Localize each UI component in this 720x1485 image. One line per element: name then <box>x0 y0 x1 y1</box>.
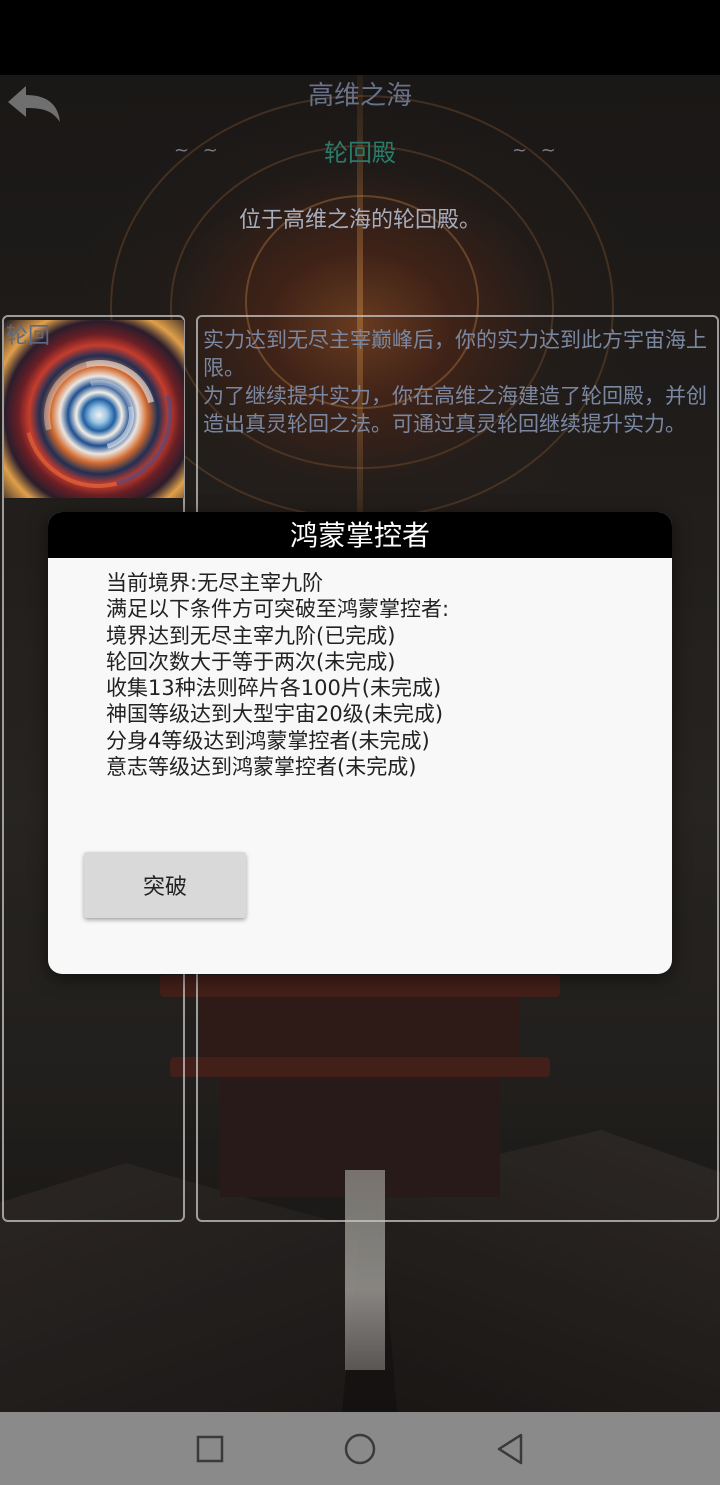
status-bar <box>0 0 720 75</box>
page-title: 高维之海 <box>307 81 412 111</box>
triangle-back-icon <box>497 1433 523 1465</box>
requirement-item: 神国等级达到大型宇宙20级(未完成) <box>106 702 444 727</box>
square-icon <box>196 1435 224 1463</box>
wave-decoration-right: ~ ~ <box>512 140 560 161</box>
requirement-item: 分身4等级达到鸿蒙掌控者(未完成) <box>106 728 430 753</box>
dialog-title: 鸿蒙掌控者 <box>289 519 430 552</box>
breakthrough-button[interactable]: 突破 <box>84 852 246 918</box>
requirement-item: 轮回次数大于等于两次(未完成) <box>106 649 396 674</box>
system-nav-bar <box>0 1412 720 1485</box>
breakthrough-dialog: 鸿蒙掌控者 当前境界:无尽主宰九阶 满足以下条件方可突破至鸿蒙掌控者: 境界达到… <box>48 512 672 974</box>
requirement-intro: 满足以下条件方可突破至鸿蒙掌控者: <box>106 597 450 622</box>
panel-label: 轮回 <box>6 324 51 349</box>
story-text: 实力达到无尽主宰巅峰后，你的实力达到此方宇宙海上限。 为了继续提升实力，你在高维… <box>203 328 707 436</box>
requirement-list: 当前境界:无尽主宰九阶 满足以下条件方可突破至鸿蒙掌控者: 境界达到无尽主宰九阶… <box>106 570 646 780</box>
nav-back-button[interactable] <box>489 1428 531 1470</box>
page-subtitle: 轮回殿 <box>324 139 396 167</box>
requirement-item: 意志等级达到鸿蒙掌控者(未完成) <box>106 755 417 780</box>
nav-home-button[interactable] <box>339 1428 381 1470</box>
location-description: 位于高维之海的轮回殿。 <box>238 208 481 233</box>
requirement-item: 境界达到无尽主宰九阶(已完成) <box>106 623 396 648</box>
nav-recent-button[interactable] <box>189 1428 231 1470</box>
requirement-item: 收集13种法则碎片各100片(未完成) <box>106 676 442 701</box>
circle-icon <box>344 1433 376 1465</box>
app-screen: 高维之海 ~ ~ 轮回殿 ~ ~ 位于高维之海的轮回殿。 轮回 实力达到无尽主宰… <box>0 0 720 1485</box>
current-realm-text: 当前境界:无尽主宰九阶 <box>106 571 324 595</box>
